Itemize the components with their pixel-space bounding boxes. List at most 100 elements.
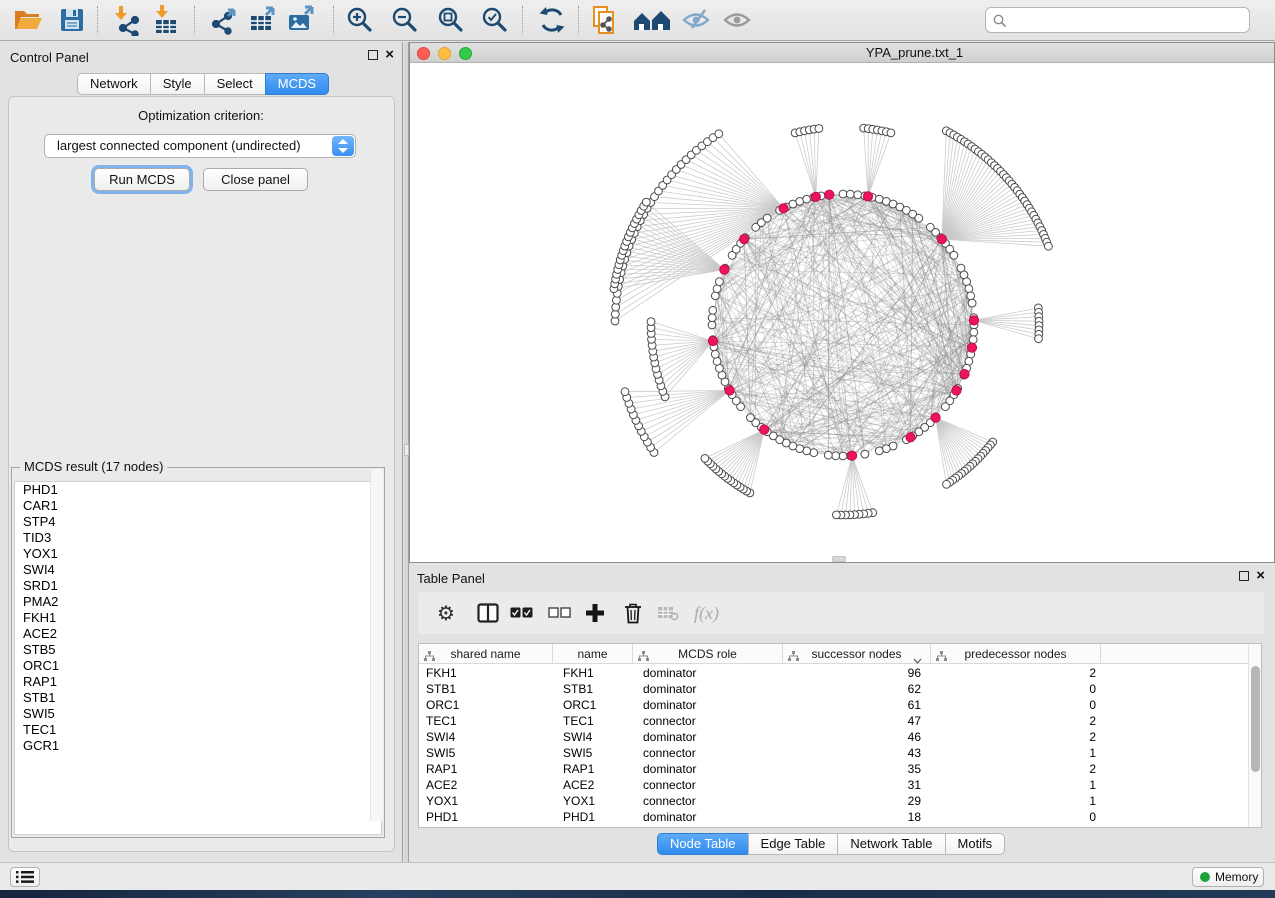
mcds-node[interactable]: [811, 192, 820, 201]
mcds-node[interactable]: [779, 204, 788, 213]
column-visibility-icon[interactable]: [477, 601, 499, 625]
mcds-result-item[interactable]: SWI5: [15, 706, 381, 722]
mcds-result-item[interactable]: STP4: [15, 514, 381, 530]
memory-button[interactable]: Memory: [1192, 867, 1264, 887]
search-input[interactable]: [1012, 9, 1242, 31]
mcds-node[interactable]: [906, 433, 915, 442]
network-node[interactable]: [1045, 242, 1053, 250]
mcds-node[interactable]: [969, 316, 978, 325]
mcds-node[interactable]: [937, 235, 946, 244]
network-node[interactable]: [621, 388, 629, 396]
save-icon[interactable]: [56, 4, 88, 36]
network-node[interactable]: [810, 449, 818, 457]
mcds-node[interactable]: [708, 336, 717, 345]
network-node[interactable]: [854, 191, 862, 199]
network-node[interactable]: [709, 306, 717, 314]
tab-style[interactable]: Style: [150, 73, 205, 95]
mcds-result-item[interactable]: PMA2: [15, 594, 381, 610]
network-node[interactable]: [833, 511, 841, 519]
network-node[interactable]: [875, 447, 883, 455]
table-row[interactable]: ORC1ORC1dominator610: [419, 697, 1247, 713]
new-network-from-selection-icon[interactable]: [590, 4, 622, 36]
tab-mcds[interactable]: MCDS: [265, 73, 329, 95]
table-row[interactable]: FKH1FKH1dominator962: [419, 665, 1247, 681]
network-canvas[interactable]: [410, 63, 1274, 562]
network-node[interactable]: [713, 357, 721, 365]
import-table-icon[interactable]: [150, 4, 182, 36]
mcds-node[interactable]: [720, 265, 729, 274]
network-node[interactable]: [832, 452, 840, 460]
tab-edge-table[interactable]: Edge Table: [748, 833, 839, 855]
network-node[interactable]: [708, 321, 716, 329]
first-neighbors-icon[interactable]: [632, 4, 672, 36]
network-node[interactable]: [887, 129, 895, 137]
mcds-result-item[interactable]: TID3: [15, 530, 381, 546]
network-node[interactable]: [950, 251, 958, 259]
scrollbar-thumb[interactable]: [1251, 666, 1260, 772]
mcds-result-item[interactable]: ORC1: [15, 658, 381, 674]
network-node[interactable]: [711, 350, 719, 358]
mcds-result-list[interactable]: PHD1CAR1STP4TID3YOX1SWI4SRD1PMA2FKH1ACE2…: [14, 481, 382, 835]
select-all-rows-icon[interactable]: [510, 601, 533, 625]
mcds-node[interactable]: [740, 235, 749, 244]
mcds-node[interactable]: [760, 425, 769, 434]
mcds-result-item[interactable]: SRD1: [15, 578, 381, 594]
column-header-successor-nodes[interactable]: successor nodes: [783, 644, 931, 664]
network-node[interactable]: [970, 328, 978, 336]
mcds-node[interactable]: [825, 190, 834, 199]
network-node[interactable]: [942, 403, 950, 411]
delete-column-icon[interactable]: [624, 601, 642, 625]
refresh-icon[interactable]: [536, 4, 568, 36]
float-panel-icon[interactable]: [368, 50, 378, 60]
network-node[interactable]: [711, 292, 719, 300]
column-header-shared-name[interactable]: shared name: [419, 644, 553, 664]
network-node[interactable]: [965, 285, 973, 293]
table-row[interactable]: SWI4SWI4dominator462: [419, 729, 1247, 745]
table-options-icon[interactable]: ⚙: [437, 601, 455, 625]
column-header-predecessor-nodes[interactable]: predecessor nodes: [931, 644, 1101, 664]
export-network-icon[interactable]: [208, 4, 240, 36]
export-image-icon[interactable]: [285, 4, 317, 36]
import-network-icon[interactable]: [111, 4, 143, 36]
network-node[interactable]: [846, 190, 854, 198]
zoom-out-icon[interactable]: [389, 4, 421, 36]
tab-network-table[interactable]: Network Table: [837, 833, 945, 855]
network-node[interactable]: [642, 198, 650, 206]
mcds-node[interactable]: [863, 192, 872, 201]
network-node[interactable]: [969, 336, 977, 344]
close-panel-icon[interactable]: ×: [385, 49, 394, 61]
table-row[interactable]: YOX1YOX1connector291: [419, 793, 1247, 809]
zoom-in-icon[interactable]: [344, 4, 376, 36]
mcds-result-item[interactable]: GCR1: [15, 738, 381, 754]
network-node[interactable]: [803, 195, 811, 203]
mcds-result-item[interactable]: ACE2: [15, 626, 381, 642]
mcds-result-item[interactable]: RAP1: [15, 674, 381, 690]
network-titlebar[interactable]: YPA_prune.txt_1: [410, 43, 1274, 63]
mcds-node[interactable]: [967, 343, 976, 352]
mcds-list-scrollbar[interactable]: [370, 469, 383, 821]
network-node[interactable]: [1035, 335, 1043, 343]
tab-node-table[interactable]: Node Table: [657, 833, 749, 855]
mcds-result-item[interactable]: STB5: [15, 642, 381, 658]
network-node[interactable]: [968, 299, 976, 307]
add-column-icon[interactable]: [585, 601, 605, 625]
tab-network[interactable]: Network: [77, 73, 151, 95]
show-all-icon[interactable]: [721, 4, 753, 36]
network-node[interactable]: [701, 455, 709, 463]
hide-selected-icon[interactable]: [680, 4, 712, 36]
deselect-all-rows-icon[interactable]: [548, 601, 571, 625]
network-node[interactable]: [915, 214, 923, 222]
network-node[interactable]: [716, 278, 724, 286]
table-row[interactable]: ACE2ACE2connector311: [419, 777, 1247, 793]
network-node[interactable]: [839, 190, 847, 198]
network-node[interactable]: [824, 451, 832, 459]
mcds-result-item[interactable]: SWI4: [15, 562, 381, 578]
tab-motifs[interactable]: Motifs: [945, 833, 1006, 855]
mcds-node[interactable]: [848, 451, 857, 460]
network-node[interactable]: [715, 130, 723, 138]
mcds-node[interactable]: [931, 413, 940, 422]
run-mcds-button[interactable]: Run MCDS: [94, 168, 190, 191]
float-panel-icon[interactable]: [1239, 571, 1249, 581]
network-node[interactable]: [763, 214, 771, 222]
table-row[interactable]: PHD1PHD1dominator180: [419, 809, 1247, 825]
